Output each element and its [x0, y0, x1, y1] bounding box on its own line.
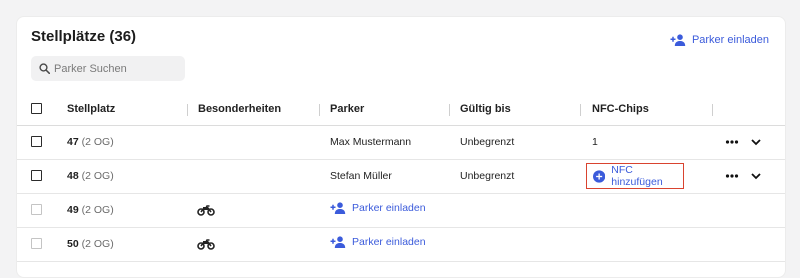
column-header-parker: Parker — [330, 103, 365, 115]
chevron-down-icon[interactable] — [749, 135, 763, 149]
add-nfc-button[interactable]: NFC hinzufügen — [586, 163, 684, 189]
chevron-down-icon[interactable] — [749, 169, 763, 183]
add-person-icon — [330, 236, 346, 248]
space-floor: (2 OG) — [81, 170, 114, 182]
column-divider — [319, 104, 320, 116]
more-options-icon[interactable] — [725, 135, 739, 149]
row-checkbox[interactable] — [31, 136, 42, 147]
motorcycle-icon — [197, 205, 215, 216]
column-divider — [712, 104, 713, 116]
parker-name: Max Mustermann — [330, 136, 412, 148]
column-divider — [187, 104, 188, 116]
invite-parker-label: Parker einladen — [352, 236, 426, 248]
column-header-gueltig-bis: Gültig bis — [460, 103, 511, 115]
table-header: Stellplatz Besonderheiten Parker Gültig … — [17, 97, 785, 126]
page-title: Stellplätze (36) — [31, 28, 137, 45]
select-all-checkbox[interactable] — [31, 103, 42, 114]
column-divider — [580, 104, 581, 116]
nfc-count: 1 — [592, 136, 598, 148]
valid-until: Unbegrenzt — [460, 136, 515, 148]
space-number: 50 — [67, 238, 79, 250]
space-floor: (2 OG) — [81, 204, 114, 216]
table-row: 49 (2 OG) Parker einladen — [17, 194, 785, 228]
space-number: 49 — [67, 204, 79, 216]
invite-parker-link[interactable]: Parker einladen — [330, 202, 426, 214]
column-header-stellplatz: Stellplatz — [67, 103, 116, 115]
row-checkbox[interactable] — [31, 238, 42, 249]
add-nfc-label: NFC hinzufügen — [611, 164, 663, 188]
space-floor: (2 OG) — [81, 238, 114, 250]
space-number: 47 — [67, 136, 79, 148]
invite-parker-link[interactable]: Parker einladen — [330, 236, 426, 248]
space-floor: (2 OG) — [81, 136, 114, 148]
space-cell: 49 (2 OG) — [67, 204, 114, 216]
search-icon — [39, 63, 50, 74]
plus-circle-icon — [593, 169, 606, 183]
invite-parker-label: Parker einladen — [691, 34, 769, 46]
table-row: 50 (2 OG) Parker einladen — [17, 228, 785, 262]
search-input[interactable] — [54, 62, 174, 75]
motorcycle-icon — [197, 239, 215, 250]
valid-until: Unbegrenzt — [460, 170, 515, 182]
parking-spaces-card: Stellplätze (36) Parker einladen Stellpl… — [16, 16, 786, 278]
space-cell: 47 (2 OG) — [67, 136, 114, 148]
invite-parker-button[interactable]: Parker einladen — [670, 34, 769, 46]
column-header-nfc-chips: NFC-Chips — [592, 103, 649, 115]
column-divider — [449, 104, 450, 116]
space-number: 48 — [67, 170, 79, 182]
more-options-icon[interactable] — [725, 169, 739, 183]
row-checkbox[interactable] — [31, 170, 42, 181]
space-cell: 50 (2 OG) — [67, 238, 114, 250]
invite-parker-label: Parker einladen — [352, 202, 426, 214]
space-cell: 48 (2 OG) — [67, 170, 114, 182]
table-row: 47 (2 OG) Max Mustermann Unbegrenzt 1 — [17, 126, 785, 160]
add-person-icon — [330, 202, 346, 214]
table-row: 48 (2 OG) Stefan Müller Unbegrenzt NFC h… — [17, 160, 785, 194]
parker-name: Stefan Müller — [330, 170, 392, 182]
column-header-besonderheiten: Besonderheiten — [198, 103, 282, 115]
search-box — [31, 56, 185, 81]
add-person-icon — [670, 34, 686, 46]
row-checkbox[interactable] — [31, 204, 42, 215]
